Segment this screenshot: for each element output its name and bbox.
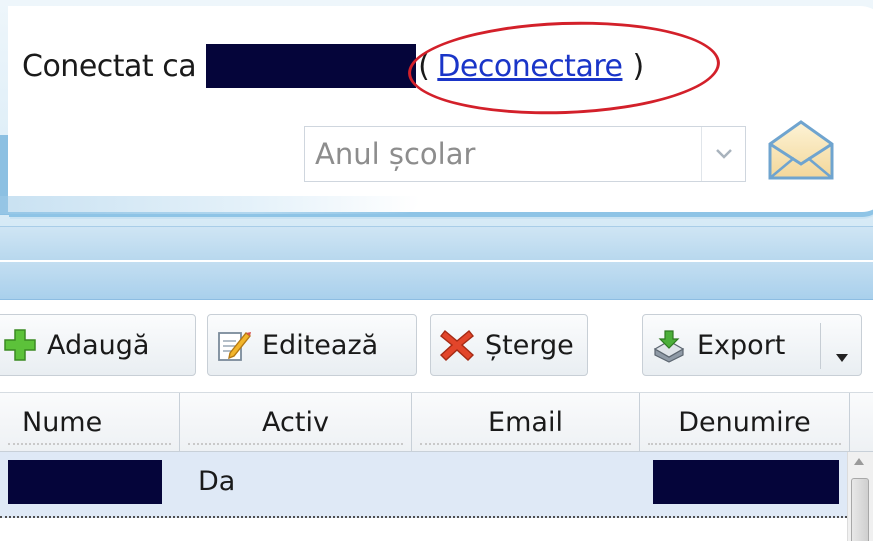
scroll-up-arrow-icon[interactable] xyxy=(854,458,864,465)
plus-icon xyxy=(3,328,37,362)
edit-label: Editează xyxy=(262,329,379,361)
grid-header: Nume Activ Email Denumire xyxy=(0,392,873,452)
login-status: Conectat ca ( Deconectare ) xyxy=(22,44,644,88)
column-header-nume[interactable]: Nume xyxy=(0,393,180,451)
export-button[interactable]: Export xyxy=(642,314,862,376)
envelope-icon[interactable] xyxy=(766,118,836,182)
grid-body: Da xyxy=(0,452,873,541)
redacted-username xyxy=(206,44,417,88)
vertical-scrollbar[interactable] xyxy=(847,452,873,541)
add-button[interactable]: Adaugă xyxy=(0,314,196,376)
split-divider xyxy=(820,323,821,369)
column-header-email[interactable]: Email xyxy=(412,393,640,451)
panel-header-bar xyxy=(0,262,873,300)
table-row[interactable]: Da xyxy=(0,452,847,518)
school-year-select[interactable]: Anul școlar xyxy=(304,126,746,182)
grid-toolbar: Adaugă Editează Șterge Export xyxy=(0,300,873,390)
logout-link[interactable]: Deconectare xyxy=(437,49,623,84)
export-icon xyxy=(651,327,687,363)
dropdown-arrow-icon[interactable] xyxy=(835,339,849,370)
edit-icon xyxy=(216,327,252,363)
column-header-denumire[interactable]: Denumire xyxy=(640,393,850,451)
activ-cell: Da xyxy=(198,466,236,497)
delete-x-icon xyxy=(439,327,475,363)
paren-close: ) xyxy=(632,48,644,84)
delete-button[interactable]: Șterge xyxy=(430,314,588,376)
redacted-denumire-cell xyxy=(653,460,839,504)
paren-open: ( xyxy=(418,48,430,84)
add-label: Adaugă xyxy=(47,329,150,361)
chevron-down-icon[interactable] xyxy=(701,127,745,181)
column-header-activ[interactable]: Activ xyxy=(180,393,412,451)
export-label: Export xyxy=(697,329,786,361)
title-bar xyxy=(0,226,873,260)
redacted-name-cell xyxy=(8,460,162,504)
logged-in-label: Conectat ca xyxy=(22,48,197,84)
delete-label: Șterge xyxy=(485,329,574,361)
edit-button[interactable]: Editează xyxy=(207,314,417,376)
school-year-placeholder: Anul școlar xyxy=(315,137,476,171)
scrollbar-thumb[interactable] xyxy=(851,478,869,541)
